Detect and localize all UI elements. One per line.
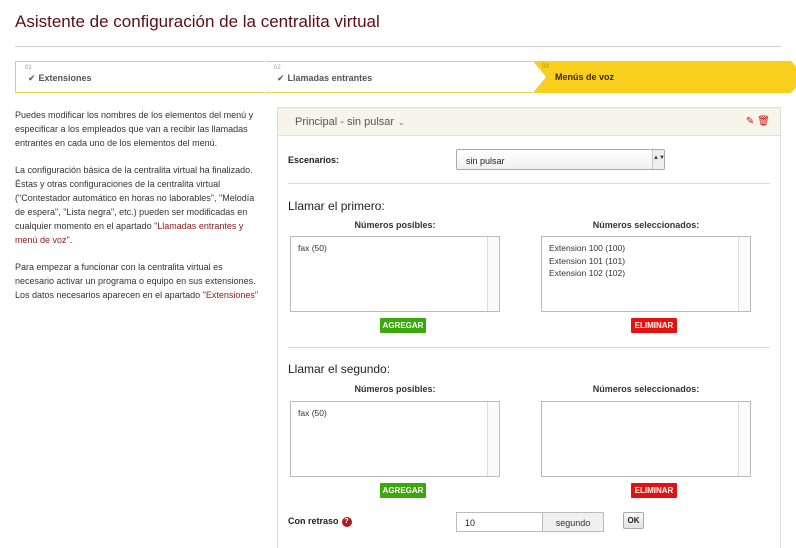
scenarios-select[interactable]: sin pulsar ▲▼ <box>456 149 665 170</box>
edit-icon[interactable]: ✎ <box>746 116 754 127</box>
add-button[interactable]: AGREGAR <box>380 483 426 498</box>
page-title: Asistente de configuración de la central… <box>15 12 380 31</box>
remove-button[interactable]: ELIMINAR <box>631 483 677 498</box>
delay-unit: segundo <box>542 512 604 532</box>
step-llamadas-entrantes[interactable]: 02 ✔ Llamadas entrantes <box>265 61 533 93</box>
step-label: Menús de voz <box>555 72 615 82</box>
possible-numbers-list[interactable]: fax (50) <box>290 401 500 477</box>
list-item[interactable]: fax (50) <box>298 242 492 255</box>
possible-numbers-list[interactable]: fax (50) <box>290 236 500 312</box>
wizard-steps: 01 ✔ Extensiones 02 ✔ Llamadas entrantes 0… <box>15 60 796 94</box>
divider <box>288 183 770 184</box>
remove-button[interactable]: ELIMINAR <box>631 318 677 333</box>
check-icon: ✔ <box>28 73 36 83</box>
menu-panel: Principal - sin pulsar ⌄ ✎ 🗑 Escenarios: s… <box>277 107 781 548</box>
add-button[interactable]: AGREGAR <box>380 318 426 333</box>
step-label: Llamadas entrantes <box>287 73 373 83</box>
description-paragraph: Puedes modificar los nombres de los elem… <box>15 110 254 148</box>
delay-input[interactable]: 10 <box>456 512 543 532</box>
description-paragraph: Para empezar a funcionar con la centrali… <box>15 262 259 300</box>
trash-icon[interactable]: 🗑 <box>757 116 770 127</box>
possible-numbers-header: Números posibles: <box>354 220 436 230</box>
select-arrow-icon: ▲▼ <box>652 150 665 169</box>
list-item[interactable]: Extension 100 (100) <box>549 242 743 255</box>
help-icon[interactable]: ? <box>341 516 352 527</box>
step-number: 02 <box>274 65 281 71</box>
step-arrow <box>790 60 796 94</box>
description-paragraph: La configuración básica de la centralita… <box>15 165 255 245</box>
selected-numbers-list[interactable] <box>541 401 751 477</box>
chevron-down-icon: ⌄ <box>398 118 405 127</box>
delay-label: Con retraso? <box>288 516 352 527</box>
possible-numbers-header: Números posibles: <box>354 384 436 394</box>
scrollbar[interactable] <box>738 402 750 476</box>
scrollbar[interactable] <box>487 402 499 476</box>
ok-button[interactable]: OK <box>623 512 644 529</box>
step-label: Extensiones <box>38 73 92 83</box>
extensiones-link[interactable]: "Extensiones" <box>203 290 258 300</box>
scrollbar[interactable] <box>738 237 750 311</box>
selected-numbers-list[interactable]: Extension 100 (100) Extension 101 (101) … <box>541 236 751 312</box>
section-title-first: Llamar el primero: <box>288 199 385 213</box>
title-divider <box>15 46 781 47</box>
check-icon: ✔ <box>277 73 285 83</box>
selected-numbers-header: Números seleccionados: <box>592 384 700 394</box>
selected-numbers-header: Números seleccionados: <box>592 220 700 230</box>
step-menus-de-voz[interactable]: 03 Menús de voz <box>533 61 790 93</box>
section-title-second: Llamar el segundo: <box>288 362 391 376</box>
scenarios-label: Escenarios: <box>288 155 340 165</box>
list-item[interactable]: Extension 101 (101) <box>549 255 743 268</box>
step-arrow <box>532 60 546 94</box>
divider <box>288 347 770 348</box>
panel-header: Principal - sin pulsar ⌄ ✎ 🗑 <box>278 108 780 136</box>
step-extensiones[interactable]: 01 ✔ Extensiones <box>15 61 265 93</box>
step-number: 01 <box>25 65 32 71</box>
wizard-description: Puedes modificar los nombres de los elem… <box>15 108 260 315</box>
list-item[interactable]: Extension 102 (102) <box>549 267 743 280</box>
list-item[interactable]: fax (50) <box>298 407 492 420</box>
menu-selector[interactable]: Principal - sin pulsar ⌄ <box>295 116 405 128</box>
scrollbar[interactable] <box>487 237 499 311</box>
